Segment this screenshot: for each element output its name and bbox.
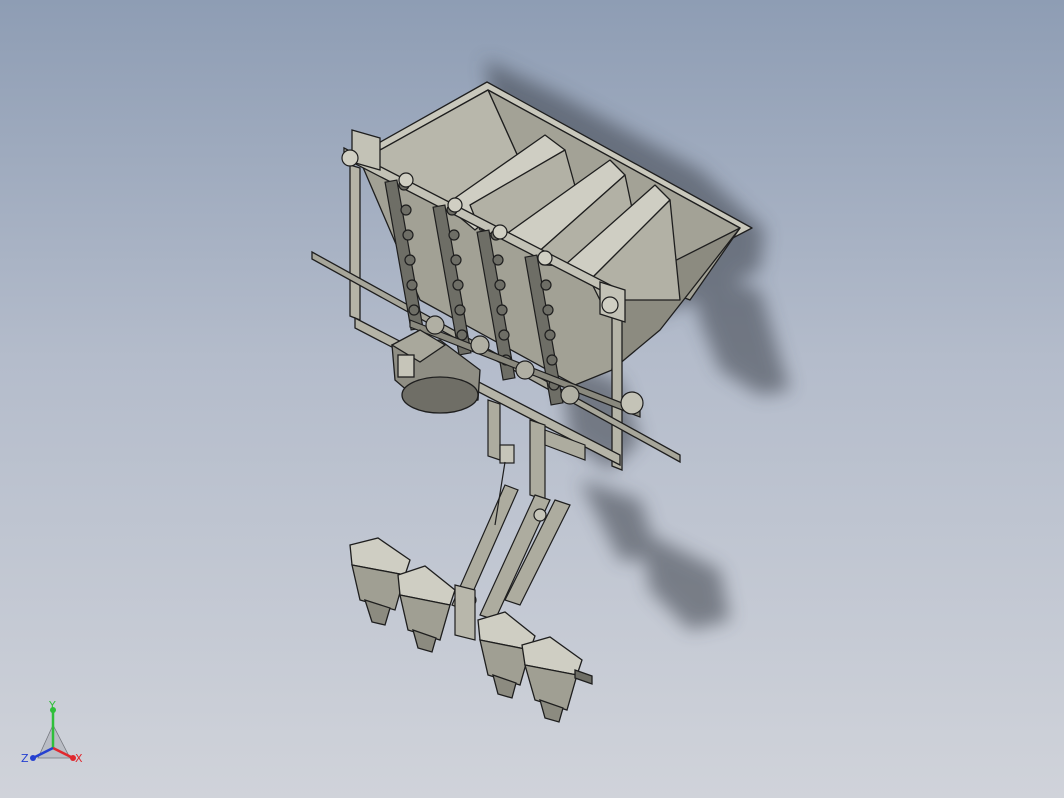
z-axis-label: Z: [21, 752, 29, 765]
seeder-assembly-model[interactable]: [0, 0, 1064, 798]
graphics-viewport[interactable]: Y X Z: [0, 0, 1064, 798]
x-axis-label: X: [75, 752, 83, 765]
y-axis-label: Y: [48, 700, 56, 712]
seed-cup-2: [397, 565, 456, 653]
coordinate-triad: Y X Z: [21, 700, 83, 765]
seed-cup-4: [521, 636, 583, 723]
